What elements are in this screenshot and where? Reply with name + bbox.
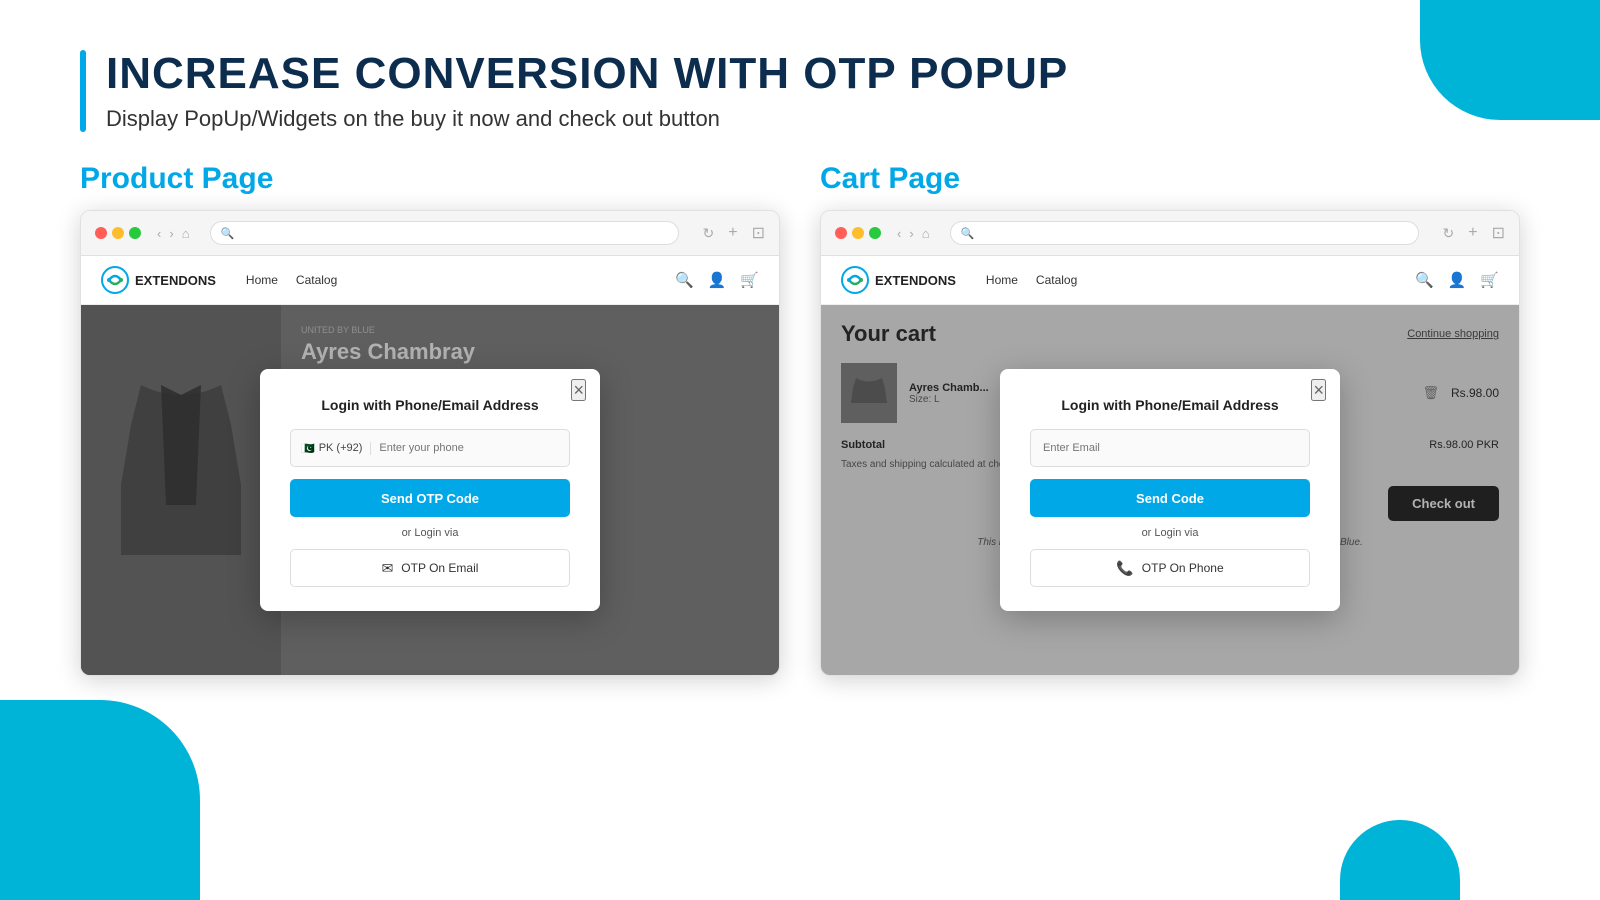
cart-browser-search-bar[interactable]: 🔍 bbox=[950, 221, 1419, 245]
email-icon: ✉ bbox=[382, 560, 394, 577]
product-popup-title: Login with Phone/Email Address bbox=[290, 397, 570, 413]
blob-bottom-left bbox=[0, 700, 200, 900]
extendons-logo-icon bbox=[101, 266, 129, 294]
cart-back-icon[interactable]: ‹ bbox=[897, 226, 901, 241]
cart-popup-box: × Login with Phone/Email Address Send Co… bbox=[1000, 369, 1340, 611]
home-icon[interactable]: ⌂ bbox=[182, 226, 190, 241]
main-subtitle: Display PopUp/Widgets on the buy it now … bbox=[106, 106, 1068, 132]
cart-popup-close[interactable]: × bbox=[1311, 379, 1326, 401]
cart-search-url-text: 🔍 bbox=[961, 227, 975, 240]
product-browser-search-bar[interactable]: 🔍 bbox=[210, 221, 679, 245]
cart-store-name: EXTENDONS bbox=[875, 273, 956, 288]
cart-store-nav: EXTENDONS Home Catalog 🔍 👤 🛒 bbox=[821, 256, 1519, 305]
cart-browser-dots bbox=[835, 227, 881, 239]
cart-forward-icon[interactable]: › bbox=[909, 226, 913, 241]
product-flag-code: 🇵🇰 PK (+92) bbox=[301, 442, 371, 455]
header-bar bbox=[80, 50, 86, 132]
cart-store-links: Home Catalog bbox=[986, 273, 1415, 287]
product-popup-overlay: × Login with Phone/Email Address 🇵🇰 PK (… bbox=[81, 305, 779, 675]
product-store-name: EXTENDONS bbox=[135, 273, 216, 288]
cart-user-icon[interactable]: 👤 bbox=[1448, 271, 1467, 289]
dot-green[interactable] bbox=[129, 227, 141, 239]
cart-dot-yellow[interactable] bbox=[852, 227, 864, 239]
product-browser-mockup: ‹ › ⌂ 🔍 ↻ + ⊡ bbox=[80, 210, 780, 676]
product-store-links: Home Catalog bbox=[246, 273, 675, 287]
product-user-icon[interactable]: 👤 bbox=[708, 271, 727, 289]
blob-bottom-right bbox=[1340, 820, 1460, 900]
product-phone-input[interactable] bbox=[379, 442, 559, 454]
search-url-text: 🔍 bbox=[221, 227, 235, 240]
refresh-icon[interactable]: ↻ bbox=[703, 225, 715, 242]
product-cart-icon[interactable]: 🛒 bbox=[740, 271, 759, 289]
back-icon[interactable]: ‹ bbox=[157, 226, 161, 241]
cart-page-label: Cart Page bbox=[820, 162, 1520, 196]
product-popup-box: × Login with Phone/Email Address 🇵🇰 PK (… bbox=[260, 369, 600, 611]
header-text: INCREASE CONVERSION WITH OTP POPUP Displ… bbox=[106, 50, 1068, 132]
product-store-icons: 🔍 👤 🛒 bbox=[675, 271, 759, 289]
cart-popup-overlay: × Login with Phone/Email Address Send Co… bbox=[821, 305, 1519, 675]
product-store-logo: EXTENDONS bbox=[101, 266, 216, 294]
product-page-panel: Product Page ‹ › ⌂ 🔍 bbox=[80, 162, 780, 676]
cart-search-icon[interactable]: 🔍 bbox=[1415, 271, 1434, 289]
dot-yellow[interactable] bbox=[112, 227, 124, 239]
cart-alt-btn-label: OTP On Phone bbox=[1142, 561, 1224, 575]
browser-nav-icons: ‹ › ⌂ bbox=[157, 226, 190, 241]
cart-popup-title: Login with Phone/Email Address bbox=[1030, 397, 1310, 413]
cart-store-icons: 🔍 👤 🛒 bbox=[1415, 271, 1499, 289]
cart-expand-icon[interactable]: ⊡ bbox=[1492, 223, 1505, 243]
product-phone-input-row[interactable]: 🇵🇰 PK (+92) bbox=[290, 429, 570, 467]
cart-otp-phone-button[interactable]: 📞 OTP On Phone bbox=[1030, 549, 1310, 587]
cart-page-panel: Cart Page ‹ › ⌂ 🔍 bbox=[820, 162, 1520, 676]
cart-extendons-logo-icon bbox=[841, 266, 869, 294]
product-store-content: UNITED BY BLUE Ayres Chambray × Login wi… bbox=[81, 305, 779, 675]
product-or-text: or Login via bbox=[290, 527, 570, 539]
cart-content-area: Your cart Continue shopping Ayres Chamb.… bbox=[821, 305, 1519, 675]
header-block: INCREASE CONVERSION WITH OTP POPUP Displ… bbox=[80, 50, 1520, 132]
panels-row: Product Page ‹ › ⌂ 🔍 bbox=[80, 162, 1520, 676]
product-browser-bar: ‹ › ⌂ 🔍 ↻ + ⊡ bbox=[81, 211, 779, 256]
cart-dot-red[interactable] bbox=[835, 227, 847, 239]
cart-home-icon[interactable]: ⌂ bbox=[922, 226, 930, 241]
cart-dot-green[interactable] bbox=[869, 227, 881, 239]
dot-red[interactable] bbox=[95, 227, 107, 239]
new-tab-icon[interactable]: + bbox=[728, 224, 737, 242]
cart-store-logo: EXTENDONS bbox=[841, 266, 956, 294]
cart-nav-home[interactable]: Home bbox=[986, 273, 1018, 287]
cart-browser-nav-icons: ‹ › ⌂ bbox=[897, 226, 930, 241]
expand-icon[interactable]: ⊡ bbox=[752, 223, 765, 243]
main-title: INCREASE CONVERSION WITH OTP POPUP bbox=[106, 50, 1068, 98]
cart-nav-catalog[interactable]: Catalog bbox=[1036, 273, 1077, 287]
product-alt-btn-label: OTP On Email bbox=[401, 561, 478, 575]
cart-browser-bar: ‹ › ⌂ 🔍 ↻ + ⊡ bbox=[821, 211, 1519, 256]
product-nav-catalog[interactable]: Catalog bbox=[296, 273, 337, 287]
browser-dots bbox=[95, 227, 141, 239]
phone-icon: 📞 bbox=[1116, 560, 1133, 577]
cart-new-tab-icon[interactable]: + bbox=[1468, 224, 1477, 242]
cart-refresh-icon[interactable]: ↻ bbox=[1443, 225, 1455, 242]
product-search-icon[interactable]: 🔍 bbox=[675, 271, 694, 289]
cart-browser-mockup: ‹ › ⌂ 🔍 ↻ + ⊡ bbox=[820, 210, 1520, 676]
forward-icon[interactable]: › bbox=[169, 226, 173, 241]
product-otp-email-button[interactable]: ✉ OTP On Email bbox=[290, 549, 570, 587]
cart-email-input[interactable] bbox=[1030, 429, 1310, 467]
cart-send-code-button[interactable]: Send Code bbox=[1030, 479, 1310, 517]
cart-or-text: or Login via bbox=[1030, 527, 1310, 539]
product-popup-close[interactable]: × bbox=[571, 379, 586, 401]
pakistan-flag: 🇵🇰 bbox=[301, 442, 315, 455]
product-nav-home[interactable]: Home bbox=[246, 273, 278, 287]
product-page-label: Product Page bbox=[80, 162, 780, 196]
phone-code-text: PK (+92) bbox=[319, 442, 363, 454]
product-send-otp-button[interactable]: Send OTP Code bbox=[290, 479, 570, 517]
product-store-nav: EXTENDONS Home Catalog 🔍 👤 🛒 bbox=[81, 256, 779, 305]
cart-cart-icon[interactable]: 🛒 bbox=[1480, 271, 1499, 289]
